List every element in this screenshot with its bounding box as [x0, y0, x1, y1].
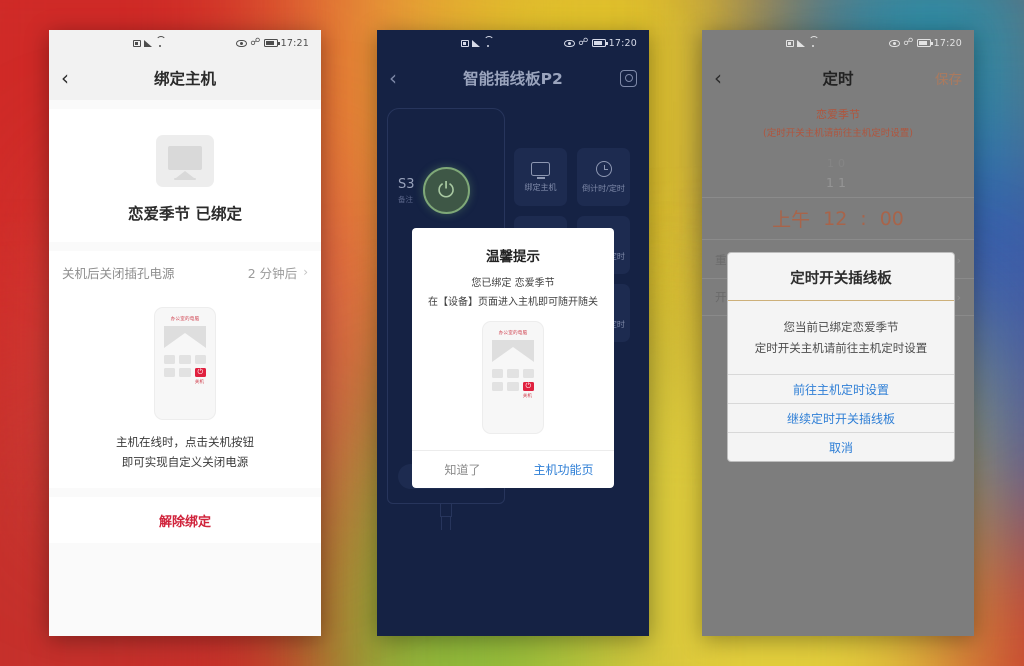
card-bind-host[interactable]: 绑定主机	[514, 148, 567, 206]
wifi-icon	[809, 39, 818, 47]
timer-conflict-dialog: 定时开关插线板 您当前已绑定恋爱季节 定时开关主机请前往主机定时设置 前往主机定…	[727, 252, 955, 463]
host-name: 恋爱季节	[816, 108, 860, 121]
navigation-bar: ‹ 定时 保存	[702, 56, 974, 100]
power-toggle-button[interactable]: ⏻	[422, 167, 470, 214]
plug-icon	[432, 503, 460, 531]
bound-status-text: 恋爱季节 已绑定	[128, 205, 242, 223]
socket-control[interactable]: S3 备注 ⏻	[398, 167, 494, 214]
remote-illustration: 办公室的电脑 ⏻ 关机	[482, 321, 544, 434]
picker-separator: :	[860, 207, 867, 230]
status-time: 17:20	[608, 37, 637, 49]
signal-icon	[144, 39, 153, 47]
remote-keypad: ⏻	[164, 355, 206, 377]
page-title: 绑定主机	[153, 70, 216, 88]
dialog-title: 定时开关插线板	[790, 271, 892, 287]
status-bar: ☍ 17:21	[49, 30, 321, 56]
remote-label: 办公室的电脑	[170, 317, 200, 322]
gear-icon	[620, 69, 637, 87]
picker-faint-near: 11	[826, 175, 850, 190]
eye-icon	[889, 39, 901, 47]
status-bar: ☍ 17:20	[377, 30, 649, 56]
power-icon: ⏻	[194, 368, 206, 377]
chevron-right-icon: ›	[956, 253, 961, 267]
remote-screen	[164, 326, 206, 348]
eye-icon	[564, 39, 576, 47]
clock-icon	[595, 160, 612, 177]
bluetooth-icon: ☍	[903, 37, 914, 48]
remote-label: 办公室的电脑	[498, 331, 528, 336]
dialog-body: 您当前已绑定恋爱季节 定时开关主机请前往主机定时设置	[754, 320, 928, 355]
remote-keypad: ⏻	[492, 369, 534, 391]
sim-card-icon	[786, 39, 794, 47]
remote-illustration: 办公室的电脑 ⏻ 关机	[154, 307, 216, 420]
battery-icon	[916, 39, 933, 47]
sim-card-icon	[461, 39, 469, 47]
remote-power-label: 关机	[522, 394, 532, 399]
picker-hour[interactable]: 12	[823, 208, 847, 230]
phone-screenshot-timer: ☍ 17:20 ‹ 定时 保存 恋爱季节 (定时开关主机请前往主机定时设置) 1…	[702, 30, 974, 636]
remote-power-label: 关机	[194, 380, 204, 385]
power-icon: ⏻	[522, 382, 534, 391]
dialog-actions: 知道了 主机功能页	[412, 450, 614, 488]
sim-card-icon	[133, 39, 141, 47]
dialog-goto-host-timer-button[interactable]: 前往主机定时设置	[728, 374, 954, 403]
page-title: 智能插线板P2	[463, 70, 563, 88]
row-label: 关机后关闭插孔电源	[62, 265, 175, 281]
back-button[interactable]: ‹	[714, 68, 738, 88]
status-time: 17:21	[280, 37, 309, 49]
wifi-icon	[484, 39, 493, 47]
dialog-host-page-button[interactable]: 主机功能页	[513, 451, 614, 488]
timer-subtitle: 恋爱季节 (定时开关主机请前往主机定时设置)	[702, 100, 974, 139]
battery-icon	[263, 39, 280, 47]
picker-faint-far: 10	[827, 157, 849, 170]
monitor-icon	[531, 161, 550, 176]
dialog-line1: 您已绑定 恋爱季节	[471, 278, 555, 289]
remote-screen	[492, 340, 534, 362]
host-hint: (定时开关主机请前往主机定时设置)	[763, 128, 913, 139]
save-button[interactable]: 保存	[935, 68, 962, 88]
row-value: 2 分钟后	[247, 265, 298, 281]
remote-illustration-section: 办公室的电脑 ⏻ 关机 主机在线时，点击关机按钮 即可实现自定义关闭电源	[49, 293, 321, 489]
battery-icon	[591, 39, 608, 47]
bluetooth-icon: ☍	[578, 37, 589, 48]
status-time: 17:20	[933, 37, 962, 49]
signal-icon	[797, 39, 806, 47]
signal-icon	[472, 39, 481, 47]
bluetooth-icon: ☍	[250, 37, 261, 48]
unbind-button[interactable]: 解除绑定	[49, 497, 321, 544]
phone-screenshot-bind-host: ☍ 17:21 ‹ 绑定主机 恋爱季节 已绑定 关机后关闭插孔电源 2 分钟后 …	[49, 30, 321, 636]
monitor-icon	[156, 135, 214, 187]
reminder-dialog: 温馨提示 您已绑定 恋爱季节 在【设备】页面进入主机即可随开随关 办公室的电脑 …	[412, 228, 614, 488]
dialog-continue-strip-timer-button[interactable]: 继续定时开关插线板	[728, 403, 954, 432]
wifi-icon	[156, 39, 165, 47]
power-icon: ⏻	[437, 178, 455, 202]
description-text: 主机在线时，点击关机按钮 即可实现自定义关闭电源	[116, 435, 254, 469]
card-countdown-timer[interactable]: 倒计时/定时	[577, 148, 630, 206]
picker-selected-row[interactable]: 上午 12 : 00	[702, 197, 974, 240]
bound-device-card: 恋爱季节 已绑定	[49, 109, 321, 242]
dialog-ok-button[interactable]: 知道了	[412, 451, 513, 488]
back-button[interactable]: ‹	[389, 68, 413, 88]
page-title: 定时	[822, 70, 854, 88]
navigation-bar: ‹ 绑定主机	[49, 56, 321, 100]
time-picker[interactable]: 10 11 上午 12 : 00	[702, 157, 974, 240]
picker-meridiem[interactable]: 上午	[772, 205, 810, 232]
dialog-title: 温馨提示	[486, 249, 540, 265]
picker-minute[interactable]: 00	[880, 208, 904, 230]
dialog-cancel-button[interactable]: 取消	[728, 432, 954, 461]
navigation-bar: ‹ 智能插线板P2	[377, 56, 649, 100]
back-button[interactable]: ‹	[61, 68, 85, 88]
dialog-line2: 在【设备】页面进入主机即可随开随关	[428, 297, 598, 308]
socket-name: S3	[398, 176, 415, 192]
settings-button[interactable]	[620, 69, 637, 87]
eye-icon	[236, 39, 248, 47]
socket-note: 备注	[398, 194, 413, 204]
phone-screenshot-smart-strip: ☍ 17:20 ‹ 智能插线板P2 S3 备注 ⏻ 绑定主机 倒计时/定时 温馨…	[377, 30, 649, 636]
status-bar: ☍ 17:20	[702, 30, 974, 56]
shutdown-delay-row[interactable]: 关机后关闭插孔电源 2 分钟后 ›	[49, 251, 321, 293]
chevron-right-icon: ›	[956, 290, 961, 304]
chevron-right-icon: ›	[303, 265, 308, 279]
